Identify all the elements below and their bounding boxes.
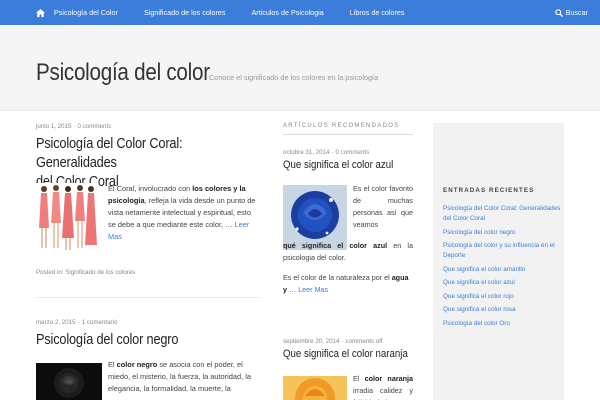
black-rose-thumbnail[interactable]: [36, 363, 102, 400]
recent-post-link[interactable]: Que significa el color azul: [443, 278, 561, 288]
search-icon: [554, 8, 563, 17]
orange-rose-thumbnail[interactable]: [283, 376, 347, 400]
excerpt-text: El Coral, involucrado con: [108, 184, 193, 193]
sidebar-recent-posts: ENTRADAS RECIENTES Psicología del Color …: [433, 123, 564, 400]
recent-posts-heading: ENTRADAS RECIENTES: [443, 187, 535, 194]
post-date[interactable]: marzo 2, 2015: [36, 319, 76, 326]
nav-item-psicologia-del-color[interactable]: Psicología del Color: [54, 8, 118, 17]
recent-post-link[interactable]: Que significa el color amarillo: [443, 265, 561, 275]
excerpt-bold: color naranja: [364, 374, 413, 383]
post-negro: marzo 2, 2015 · 1 comentario Psicología de…: [36, 319, 260, 349]
excerpt-text: El: [108, 360, 117, 369]
search-label: Buscar: [565, 8, 588, 17]
nav-item-libros-de-colores[interactable]: Libros de colores: [350, 8, 405, 17]
article-excerpt-continued: qué significa el color azul en la psicol…: [283, 240, 413, 264]
recent-posts-list: Psicología del Color Coral: Generalidade…: [443, 204, 561, 332]
site-header: Psicología del color Conoce el significa…: [0, 25, 600, 111]
post-comments[interactable]: 0 comments: [78, 123, 112, 130]
post-coral-excerpt: El Coral, involucrado con los colores y …: [108, 183, 260, 243]
site-tagline: Conoce el significado de los colores en …: [209, 73, 379, 82]
post-coral: junio 1, 2015 · 0 comments Psicología del …: [36, 123, 260, 191]
nav-item-significado-de-los-colores[interactable]: Significado de los colores: [144, 8, 226, 17]
post-excerpt: El color negro se asocia con el poder, e…: [108, 359, 260, 395]
coral-dresses-thumbnail[interactable]: [36, 183, 98, 255]
article-title[interactable]: Que significa el color azul: [283, 159, 397, 171]
post-negro-excerpt: El color negro se asocia con el poder, e…: [108, 359, 260, 395]
article-title[interactable]: Que significa el color naranja: [283, 348, 408, 360]
article-azul-text-bottom: qué significa el color azul en la psicol…: [283, 240, 413, 296]
recent-post-link[interactable]: Que significa el color rojo: [443, 292, 561, 302]
recommended-item-naranja: septiembre 20, 2014 · comments off Que sig…: [283, 338, 413, 360]
post-date[interactable]: junio 1, 2015: [36, 123, 71, 130]
post-excerpt: El Coral, involucrado con los colores y …: [108, 183, 260, 243]
article-comments[interactable]: comments off: [345, 338, 382, 345]
posted-in-category[interactable]: Posted in: Significado de los colores: [36, 269, 260, 276]
excerpt-text: El: [353, 374, 365, 383]
article-naranja-text: El color naranja irradia calidez y felic…: [353, 373, 413, 400]
post-title-line-1[interactable]: Psicología del Color Coral: Generalidade…: [36, 134, 266, 172]
article-azul-text-right: Es el color favorito de muchas personas …: [353, 183, 413, 231]
recent-post-link[interactable]: Psicología del color Oro: [443, 319, 561, 329]
article-excerpt-paragraph-2: Es el color de la naturaleza por el agua…: [283, 272, 413, 296]
article-meta: septiembre 20, 2014 · comments off: [283, 338, 383, 345]
post-comments[interactable]: 1 comentario: [82, 319, 118, 326]
excerpt-bold: qué significa el color azul: [283, 241, 388, 250]
excerpt-ellipsis: …: [287, 285, 299, 294]
search-button[interactable]: Buscar: [554, 0, 588, 25]
excerpt-text: Es el color favorito de muchas personas …: [353, 184, 413, 229]
post-meta: junio 1, 2015 · 0 comments: [36, 123, 112, 130]
article-excerpt: El color naranja irradia calidez y felic…: [353, 373, 413, 400]
site-title[interactable]: Psicología del color: [36, 59, 210, 87]
recent-post-link[interactable]: Psicología del Color Coral: Generalidade…: [443, 204, 561, 224]
article-date[interactable]: octubre 31, 2014: [283, 149, 329, 156]
recommended-heading: ARTÍCULOS RECOMENDADOS: [283, 123, 413, 135]
nav-item-articulos-de-psicologia[interactable]: Articulos de Psicologia: [251, 8, 323, 17]
post-meta: marzo 2, 2015 · 1 comentario: [36, 319, 118, 326]
recent-post-link[interactable]: Que significa el color rosa: [443, 305, 561, 315]
recommended-item-azul: octubre 31, 2014 · 0 comments Que signific…: [283, 149, 413, 171]
read-more-link[interactable]: Leer Mas: [298, 285, 328, 294]
article-excerpt: Es el color favorito de muchas personas …: [353, 183, 413, 231]
excerpt-text-2: irradia calidez y felicidad al: [353, 386, 413, 400]
recent-post-link[interactable]: Psicología del color negro: [443, 228, 561, 238]
article-meta: octubre 31, 2014 · 0 comments: [283, 149, 370, 156]
recent-post-link[interactable]: Psicología del color y su influencia en …: [443, 241, 561, 261]
article-date[interactable]: septiembre 20, 2014: [283, 338, 339, 345]
recommended-articles-widget: ARTÍCULOS RECOMENDADOS: [283, 123, 413, 135]
post-title[interactable]: Psicología del color negro: [36, 330, 266, 349]
top-navigation-bar: Psicología del Color Significado de los …: [0, 0, 600, 25]
article-comments[interactable]: 0 comments: [336, 149, 370, 156]
excerpt-bold: color negro: [116, 360, 158, 369]
excerpt-text-3: Es el color de la naturaleza por el: [283, 273, 392, 282]
post-divider: [36, 297, 260, 298]
home-icon[interactable]: [26, 0, 54, 25]
